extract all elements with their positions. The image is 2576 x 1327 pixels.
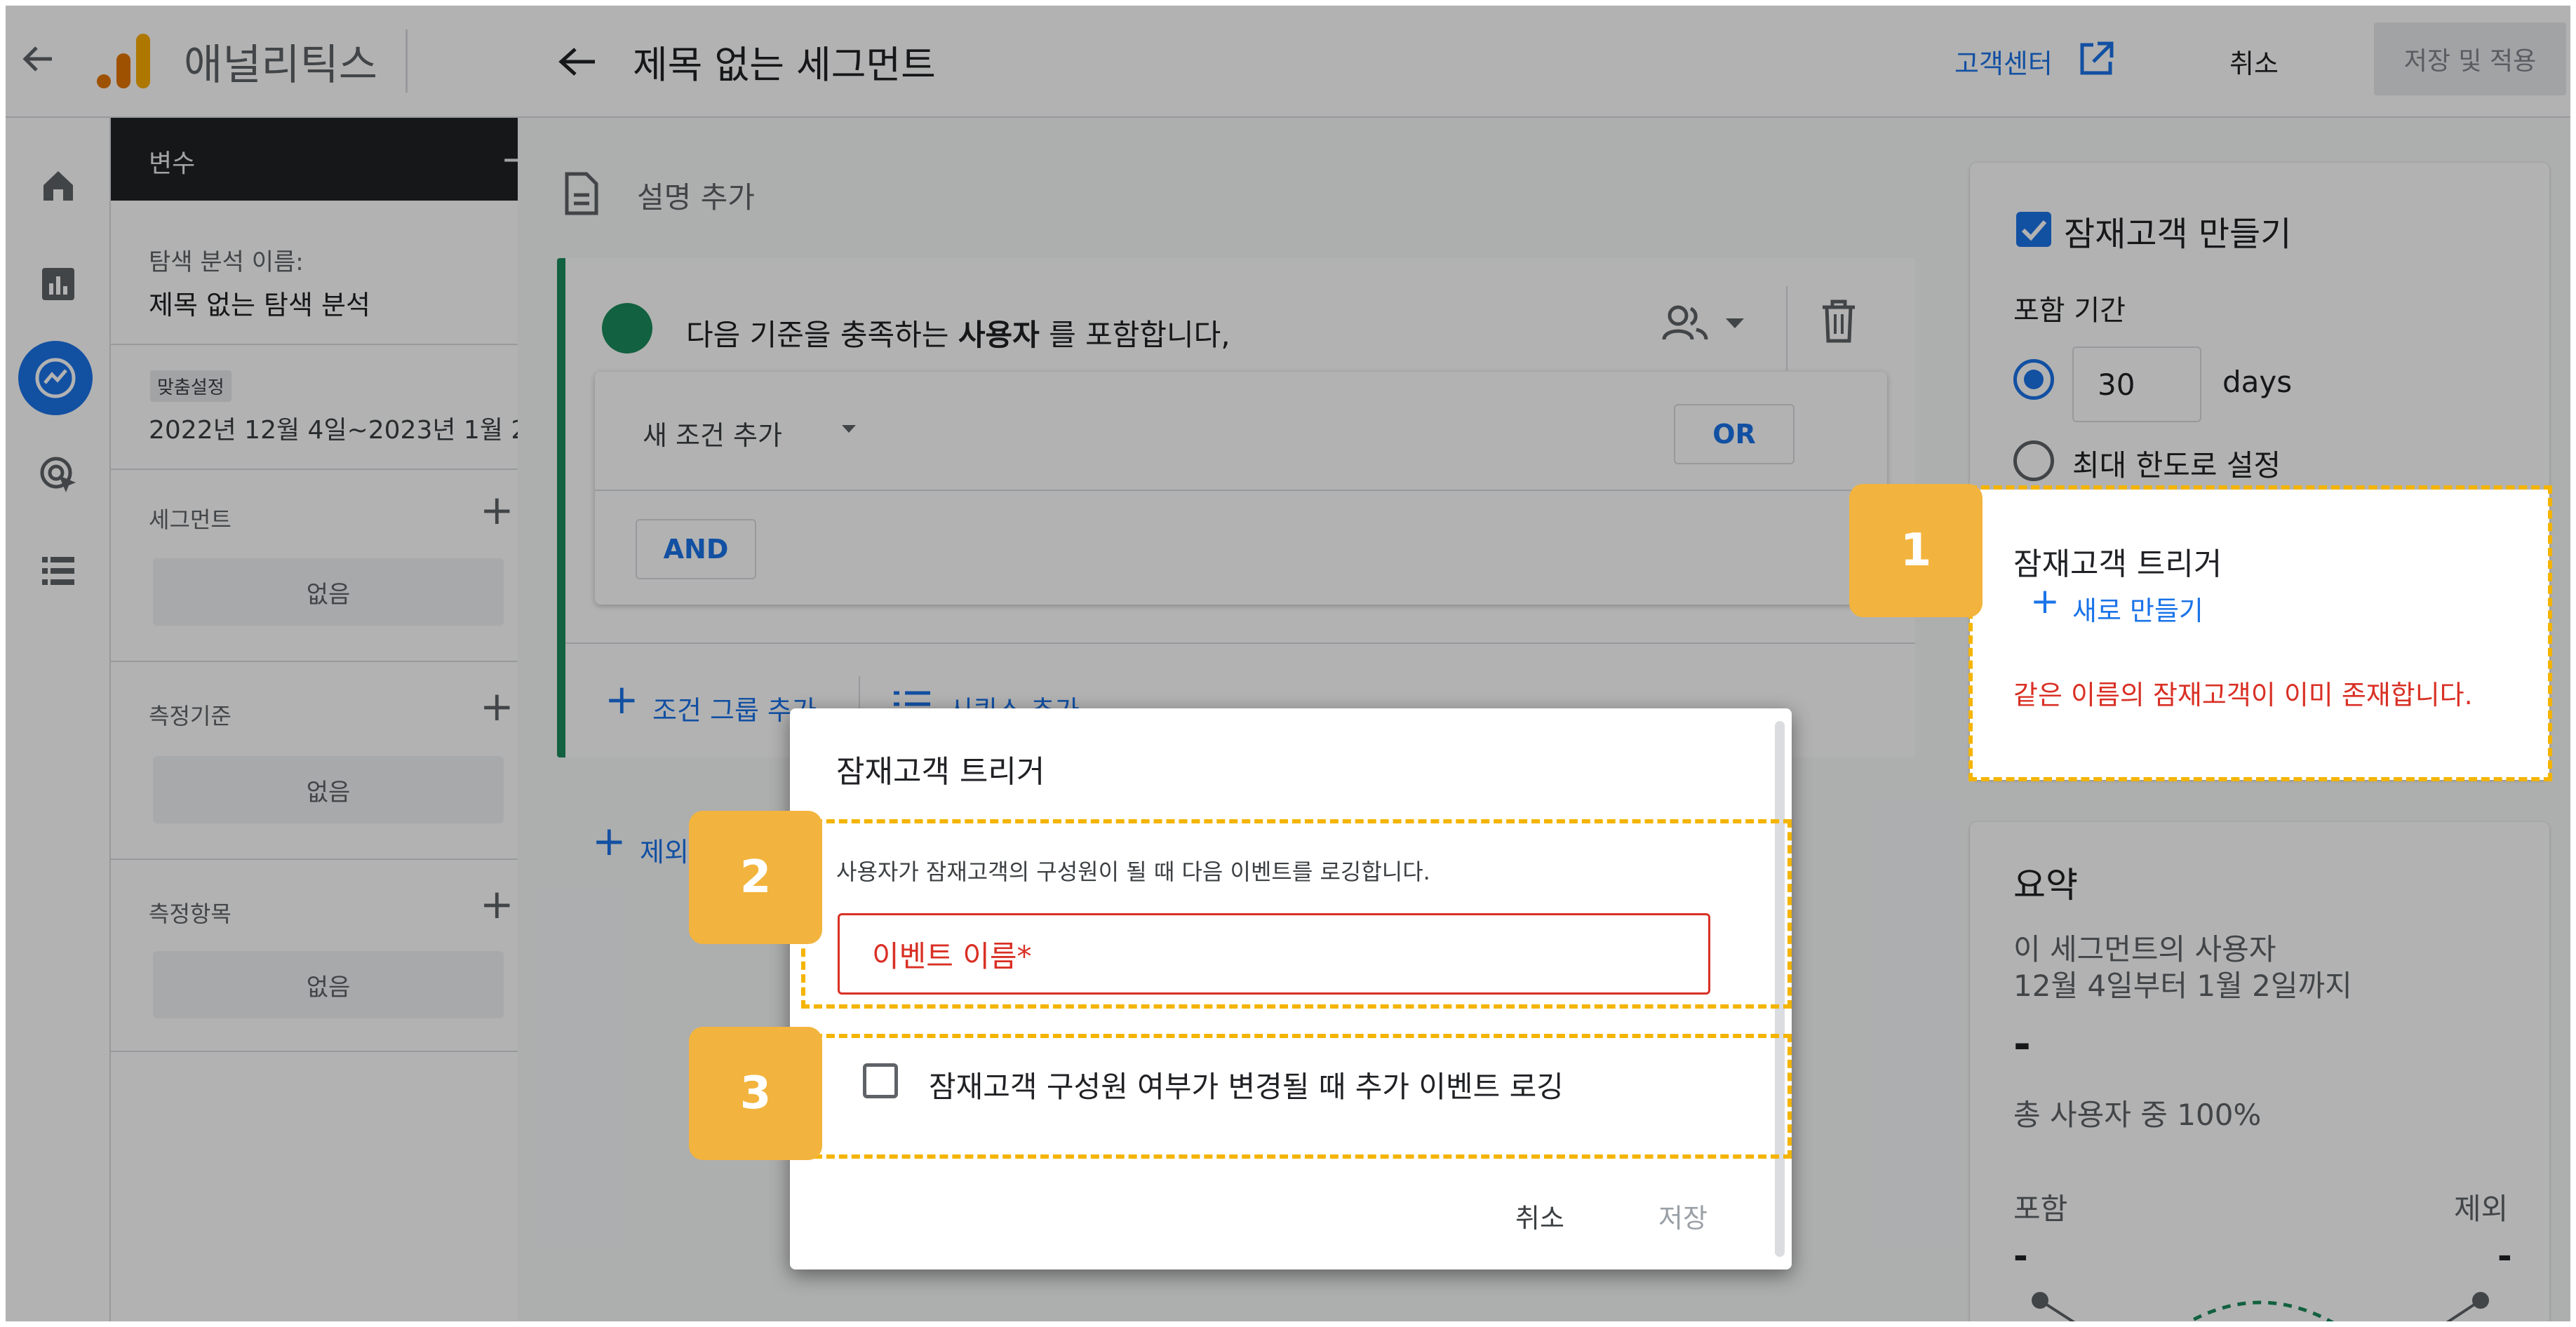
dialog-cancel-button[interactable]: 취소 — [1515, 1197, 1564, 1235]
app-frame: 애널리틱스 변수 − 탐색 분석 이름: 제목 없는 탐색 분석 맞춤설정 20… — [6, 6, 2570, 1321]
highlight-box-2 — [801, 819, 1792, 1009]
dialog-save-button[interactable]: 저장 — [1658, 1197, 1708, 1235]
callout-badge-1: 1 — [1849, 484, 1983, 617]
highlight-box-3 — [801, 1034, 1792, 1159]
callout-badge-2: 2 — [689, 811, 822, 944]
highlight-box-1 — [1968, 485, 2552, 781]
callout-badge-3: 3 — [689, 1027, 822, 1160]
dialog-title: 잠재고객 트리거 — [836, 754, 1045, 790]
